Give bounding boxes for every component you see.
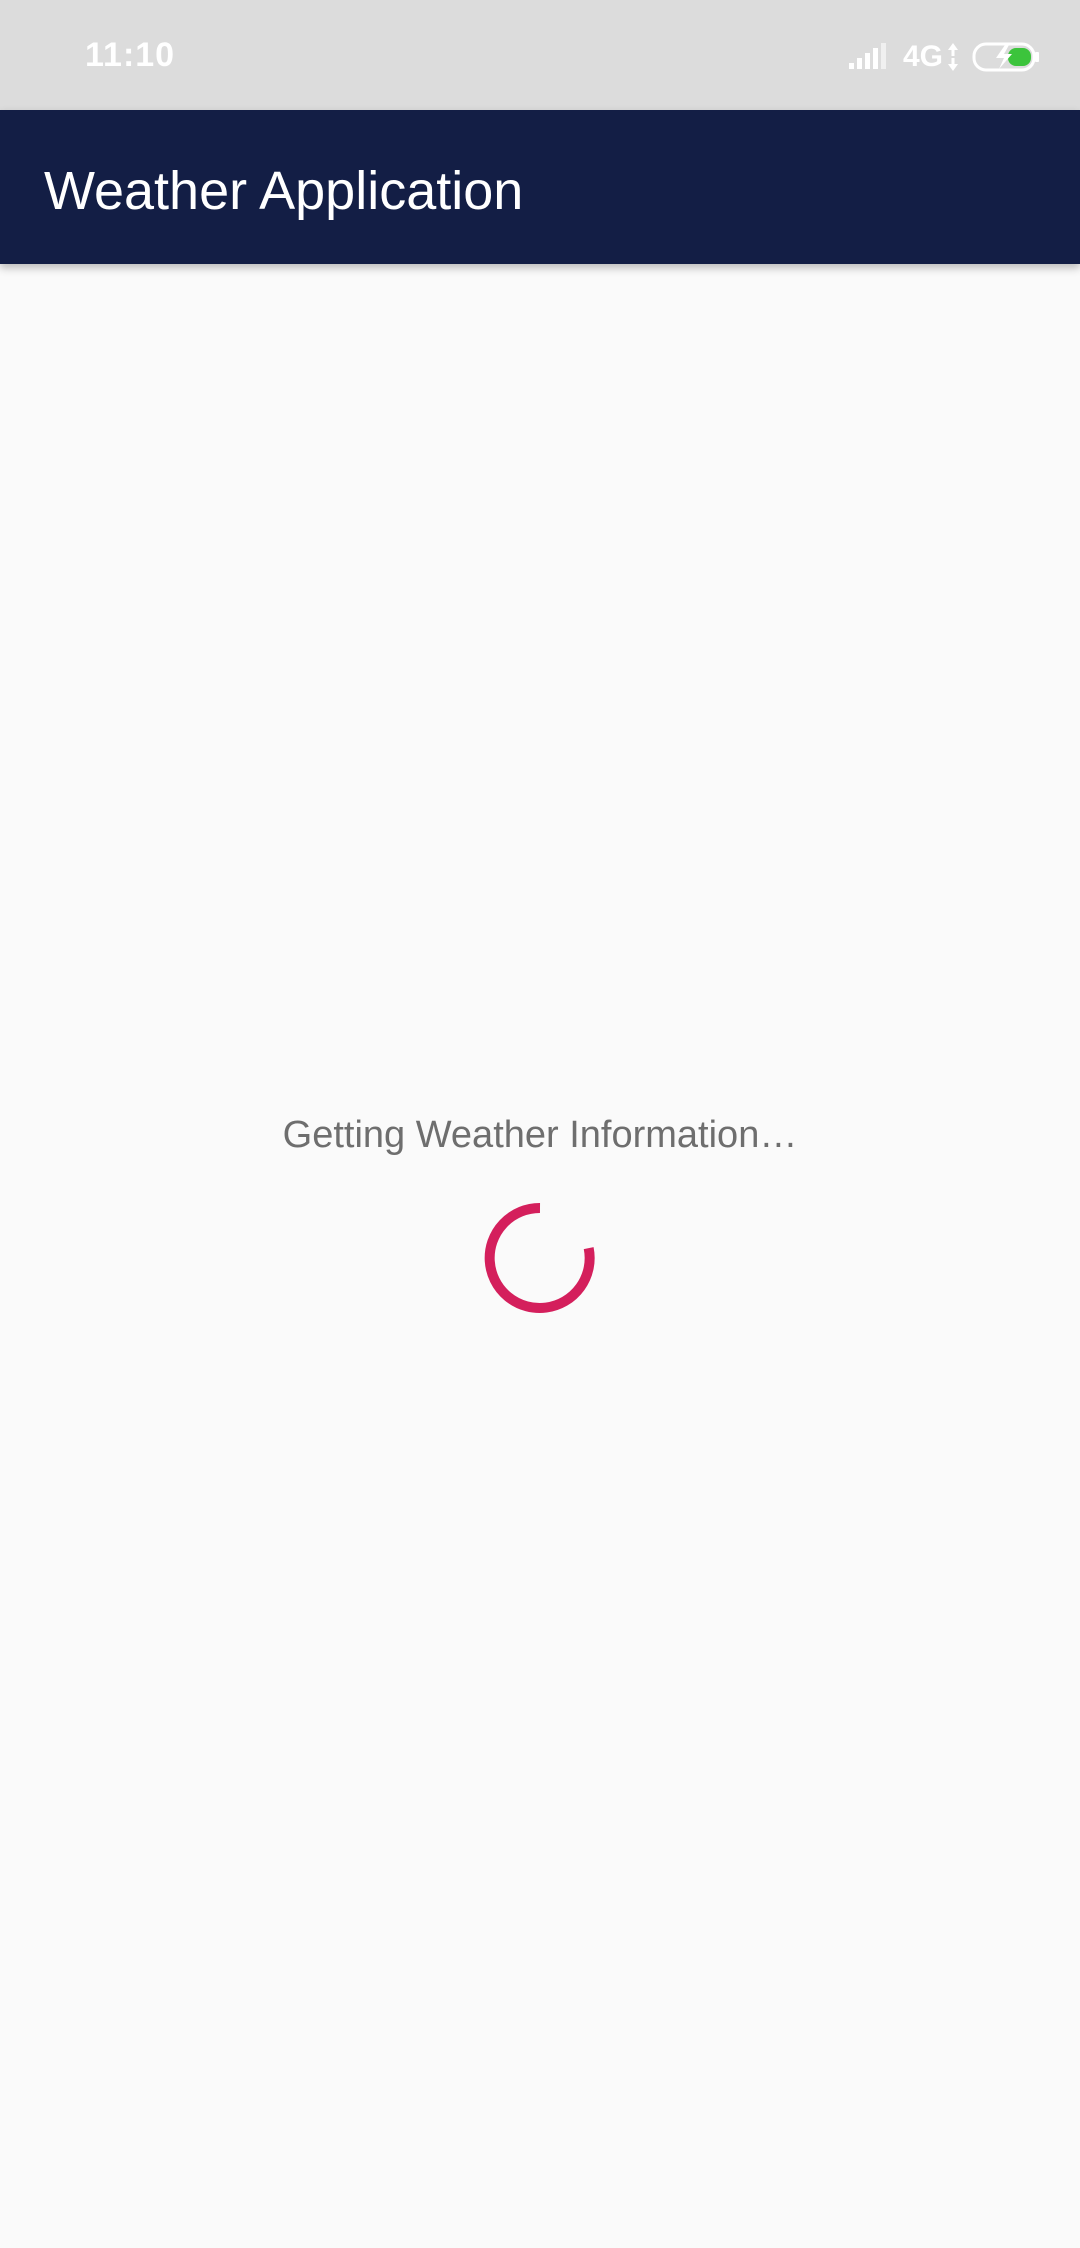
data-arrows-icon — [948, 43, 958, 71]
battery-charging-icon — [972, 42, 1039, 72]
status-bar: 11:10 4G — [0, 0, 1080, 110]
screen: 11:10 4G Weather Application Getting Wea… — [0, 0, 1080, 2248]
network-label: 4G — [902, 40, 943, 73]
app-title: Weather Application — [44, 161, 524, 221]
signal-icon — [848, 43, 886, 69]
loading-spinner-icon — [484, 1202, 595, 1313]
status-icons: 4G — [848, 40, 1042, 74]
loading-message: Getting Weather Information… — [282, 1114, 798, 1156]
status-time: 11:10 — [85, 36, 176, 74]
app-bar: Weather Application — [0, 110, 1080, 264]
